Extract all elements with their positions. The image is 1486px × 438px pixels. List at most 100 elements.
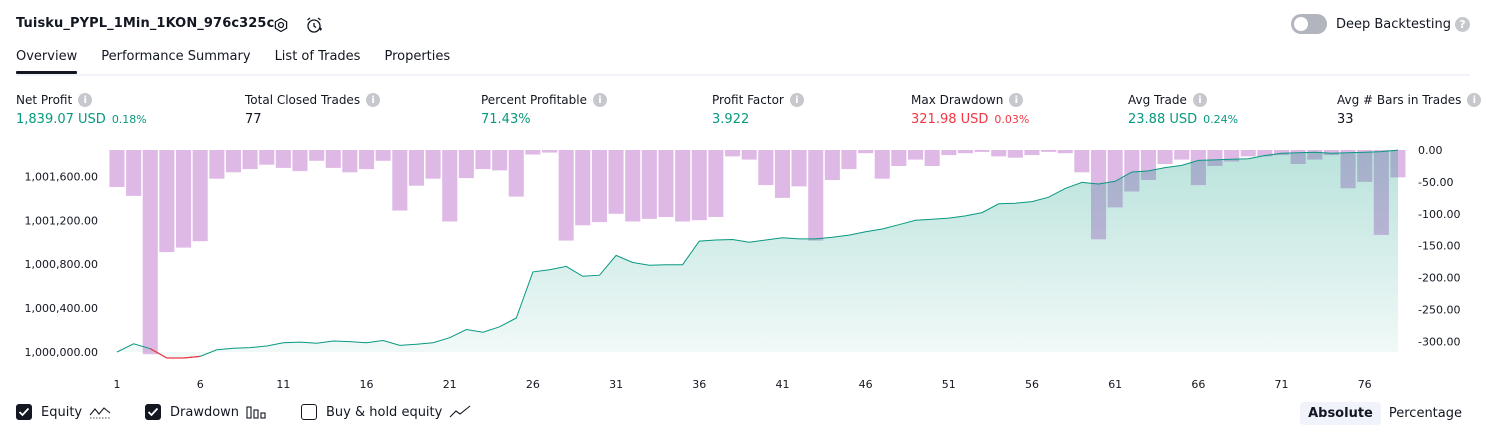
drawdown-bar [159, 150, 175, 253]
equity-legend-icon [89, 405, 111, 419]
x-axis-tick-label: 51 [942, 378, 956, 391]
drawdown-bar [259, 150, 275, 165]
drawdown-bar [176, 150, 192, 248]
x-axis-tick-label: 11 [276, 378, 290, 391]
drawdown-bar [525, 150, 541, 155]
drawdown-bar [1174, 150, 1190, 160]
drawdown-bar [725, 150, 741, 157]
checkbox-box[interactable] [301, 404, 317, 420]
left-axis-tick-label: 1,000,000.00 [25, 346, 98, 359]
right-axis-tick-label: -50.00 [1418, 176, 1453, 189]
drawdown-bar [325, 150, 341, 168]
drawdown-bar [941, 150, 957, 156]
drawdown-bar [974, 150, 990, 152]
drawdown-bar [225, 150, 241, 173]
x-axis: 1 6 11 16 21 26 31 36 41 46 51 56 61 66 71 76 [114, 378, 1372, 391]
value-mode-switch: Absolute Percentage [1300, 402, 1470, 425]
drawdown-bar [874, 150, 890, 179]
drawdown-bar [1074, 150, 1090, 173]
drawdown-bar [774, 150, 790, 198]
drawdown-bar [575, 150, 591, 226]
drawdown-bar [442, 150, 458, 222]
chart-legend-bar: Equity Drawdown Buy & hold equity Absolu… [16, 402, 1470, 428]
checkbox-box[interactable] [145, 404, 161, 420]
absolute-button[interactable]: Absolute [1300, 402, 1381, 425]
drawdown-label: Drawdown [170, 404, 240, 420]
drawdown-bar [475, 150, 491, 170]
drawdown-bar [858, 150, 874, 154]
equity-checkbox[interactable]: Equity [16, 404, 111, 420]
drawdown-bar [142, 150, 158, 355]
checkbox-box[interactable] [16, 404, 32, 420]
drawdown-checkbox[interactable]: Drawdown [145, 404, 266, 420]
drawdown-bar [808, 150, 824, 241]
buy-hold-legend-icon [449, 405, 471, 419]
drawdown-bar [242, 150, 258, 170]
drawdown-bar [924, 150, 940, 166]
left-axis-tick-label: 1,000,400.00 [25, 302, 98, 315]
drawdown-bar [408, 150, 424, 186]
drawdown-bar [908, 150, 924, 160]
drawdown-bar [708, 150, 724, 217]
percentage-button[interactable]: Percentage [1381, 402, 1470, 425]
equity-area [117, 150, 1398, 358]
right-axis-tick-label: -150.00 [1418, 240, 1460, 253]
x-axis-tick-label: 76 [1358, 378, 1372, 391]
drawdown-bar [957, 150, 973, 154]
drawdown-bar [492, 150, 508, 171]
drawdown-legend-icon [246, 405, 266, 419]
drawdown-bar [1157, 150, 1173, 164]
drawdown-bar [309, 150, 325, 161]
drawdown-bar [791, 150, 807, 187]
drawdown-bar [209, 150, 225, 179]
right-axis-tick-label: -250.00 [1418, 304, 1460, 317]
drawdown-bar [1240, 150, 1256, 157]
drawdown-bar [1024, 150, 1040, 156]
drawdown-bar [625, 150, 641, 222]
right-axis-tick-label: 0.00 [1418, 144, 1443, 157]
drawdown-bar [126, 150, 142, 196]
drawdown-bar [375, 150, 391, 161]
left-axis-tick-label: 1,001,600.00 [25, 170, 98, 183]
drawdown-bar [392, 150, 408, 211]
buy-hold-equity-checkbox[interactable]: Buy & hold equity [301, 404, 471, 420]
x-axis-tick-label: 21 [443, 378, 457, 391]
x-axis-tick-label: 66 [1191, 378, 1205, 391]
x-axis-tick-label: 1 [114, 378, 121, 391]
equity-label: Equity [41, 404, 83, 420]
right-axis-tick-label: -100.00 [1418, 208, 1460, 221]
x-axis-tick-label: 36 [692, 378, 706, 391]
drawdown-bar [758, 150, 774, 186]
x-axis-tick-label: 26 [526, 378, 540, 391]
drawdown-bar [109, 150, 125, 187]
drawdown-bar [1007, 150, 1023, 158]
right-y-axis: 0.00 -50.00 -100.00 -150.00 -200.00 -250.00 -3… [1418, 144, 1460, 348]
drawdown-bar [891, 150, 907, 166]
x-axis-tick-label: 6 [197, 378, 204, 391]
drawdown-bar [741, 150, 757, 160]
buy-hold-equity-label: Buy & hold equity [326, 404, 443, 420]
drawdown-bar [292, 150, 308, 172]
x-axis-tick-label: 41 [776, 378, 790, 391]
equity-drawdown-chart[interactable]: 1,000,000.00 1,000,400.00 1,000,800.00 1,00… [0, 0, 1486, 400]
x-axis-tick-label: 46 [859, 378, 873, 391]
drawdown-bar [508, 150, 524, 197]
drawdown-bar [558, 150, 574, 241]
drawdown-bar [192, 150, 208, 242]
drawdown-bar [591, 150, 607, 223]
drawdown-bar [1041, 150, 1057, 152]
left-axis-tick-label: 1,001,200.00 [25, 214, 98, 227]
right-axis-tick-label: -200.00 [1418, 272, 1460, 285]
x-axis-tick-label: 16 [360, 378, 374, 391]
drawdown-bar [691, 150, 707, 221]
right-axis-tick-label: -300.00 [1418, 335, 1460, 348]
drawdown-bar [1057, 150, 1073, 154]
drawdown-bar [608, 150, 624, 214]
drawdown-bar [991, 150, 1007, 157]
x-axis-tick-label: 31 [609, 378, 623, 391]
x-axis-tick-label: 71 [1275, 378, 1289, 391]
left-axis-tick-label: 1,000,800.00 [25, 258, 98, 271]
drawdown-bar [425, 150, 441, 179]
x-axis-tick-label: 61 [1108, 378, 1122, 391]
drawdown-bar [658, 150, 674, 217]
